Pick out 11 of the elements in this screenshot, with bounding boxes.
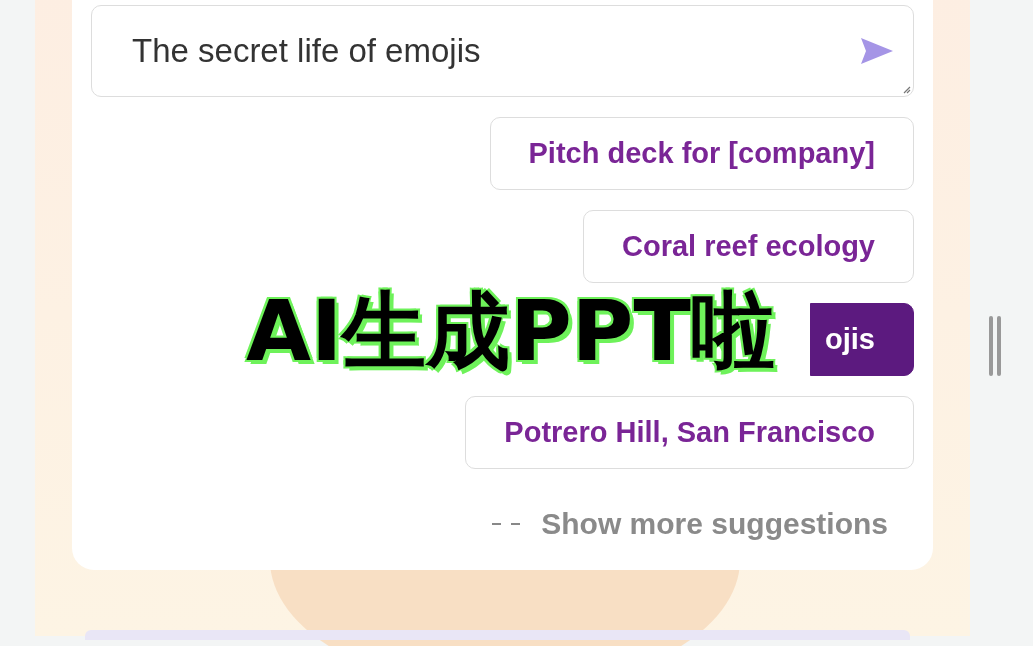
prompt-input[interactable]: The secret life of emojis <box>132 32 859 70</box>
resize-handle-icon[interactable] <box>901 84 911 94</box>
scroll-handle-icon[interactable] <box>987 316 1003 376</box>
send-icon <box>859 36 895 66</box>
dashes-icon <box>491 521 522 527</box>
suggestion-chip[interactable]: Coral reef ecology <box>582 210 914 283</box>
prompt-field[interactable]: The secret life of emojis <box>91 5 914 97</box>
send-button[interactable] <box>859 36 895 66</box>
suggestion-chip[interactable]: ojis <box>810 303 914 376</box>
suggestion-chip[interactable]: Potrero Hill, San Francisco <box>465 396 914 469</box>
suggestion-chip[interactable]: Pitch deck for [company] <box>489 117 914 190</box>
